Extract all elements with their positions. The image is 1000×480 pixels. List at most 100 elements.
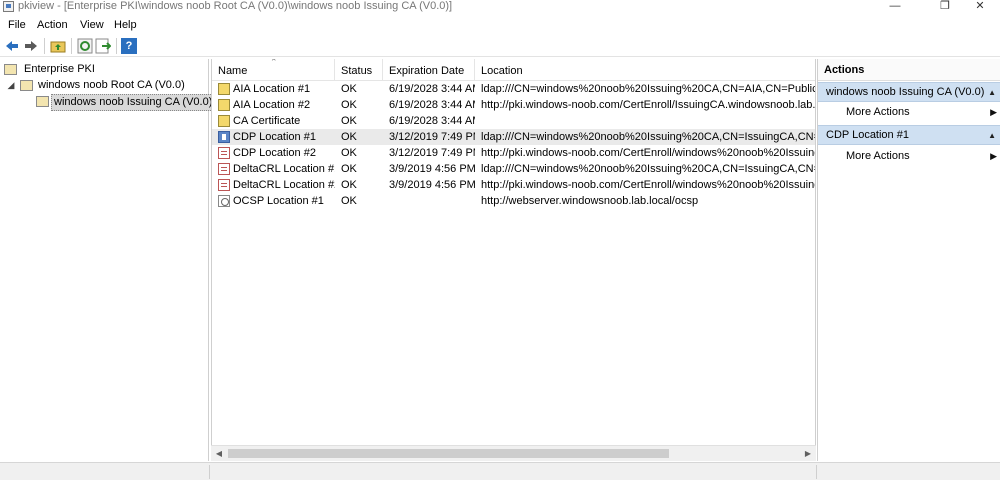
cell-expiration: 6/19/2028 3:44 AM	[389, 83, 475, 95]
more-actions-label: More Actions	[846, 106, 910, 118]
cell-status: OK	[341, 99, 357, 111]
table-row[interactable]: DeltaCRL Location #1 OK 3/9/2019 4:56 PM ld…	[212, 161, 816, 177]
aia-folder-icon	[218, 99, 230, 111]
refresh-icon[interactable]	[77, 38, 93, 54]
results-list: ⌃ Name Status Expiration Date Location A…	[211, 59, 816, 461]
cell-name: DeltaCRL Location #1	[233, 163, 335, 175]
column-header-label: Name	[218, 65, 248, 77]
table-row[interactable]: CDP Location #2 OK 3/12/2019 7:49 PM http:/…	[212, 145, 816, 161]
scroll-left-icon[interactable]: ◀	[211, 446, 227, 462]
table-row[interactable]: AIA Location #2 OK 6/19/2028 3:44 AM http:/…	[212, 97, 816, 113]
more-actions-label: More Actions	[846, 150, 910, 162]
status-divider	[209, 465, 210, 479]
actions-section-issuing-ca[interactable]: windows noob Issuing CA (V0.0) ▲	[818, 82, 1000, 102]
sort-ascending-icon: ⌃	[270, 59, 278, 67]
actions-pane: Actions windows noob Issuing CA (V0.0) ▲…	[817, 59, 1000, 461]
column-header-expiration[interactable]: Expiration Date	[383, 59, 475, 81]
table-row[interactable]: AIA Location #1 OK 6/19/2028 3:44 AM ldap:/…	[212, 81, 816, 97]
toolbar-separator	[44, 38, 45, 54]
crl-icon	[218, 147, 230, 159]
cell-status: OK	[341, 163, 357, 175]
more-actions-cdp-location[interactable]: More Actions ▶	[818, 146, 1000, 166]
pkiview-app-icon	[3, 1, 14, 12]
section-label: CDP Location #1	[826, 129, 909, 141]
scrollbar-thumb[interactable]	[228, 449, 669, 458]
title-bar: pkiview - [Enterprise PKI\windows noob R…	[0, 0, 1000, 15]
menu-bar: File Action View Help	[0, 16, 1000, 34]
cell-name: AIA Location #1	[233, 83, 311, 95]
table-row[interactable]: CDP Location #1 OK 3/12/2019 7:49 PM ldap:/…	[212, 129, 816, 145]
forward-arrow-icon[interactable]	[23, 38, 39, 54]
help-icon[interactable]: ?	[121, 38, 137, 54]
cell-name: OCSP Location #1	[233, 195, 324, 207]
cell-status: OK	[341, 195, 357, 207]
column-header-status[interactable]: Status	[335, 59, 383, 81]
menu-help[interactable]: Help	[114, 18, 137, 33]
restore-button[interactable]: ❐	[925, 0, 965, 15]
ca-folder-icon	[20, 80, 33, 91]
table-row[interactable]: CA Certificate OK 6/19/2028 3:44 AM	[212, 113, 815, 129]
crl-blue-icon	[218, 131, 230, 143]
section-label: windows noob Issuing CA (V0.0)	[826, 86, 985, 98]
ca-folder-icon	[36, 96, 49, 107]
toolbar-separator	[116, 38, 117, 54]
crl-icon	[218, 179, 230, 191]
cell-name: DeltaCRL Location #2	[233, 179, 335, 191]
table-row[interactable]: DeltaCRL Location #2 OK 3/9/2019 4:56 PM ht…	[212, 177, 816, 193]
cell-location: http://pki.windows-noob.com/CertEnroll/w…	[481, 147, 816, 159]
list-header: ⌃ Name Status Expiration Date Location	[212, 59, 815, 81]
toolbar: ?	[0, 35, 1000, 57]
minimize-button[interactable]: —	[875, 0, 915, 15]
horizontal-scrollbar[interactable]: ◀ ▶	[211, 445, 816, 461]
cell-name: CA Certificate	[233, 115, 301, 127]
cell-name: CDP Location #2	[233, 147, 316, 159]
cell-status: OK	[341, 147, 357, 159]
cell-location: ldap:///CN=windows%20noob%20Issuing%20CA…	[481, 131, 816, 143]
cell-location	[481, 113, 815, 129]
submenu-arrow-icon: ▶	[990, 107, 997, 117]
certificate-icon	[218, 115, 230, 127]
cell-status: OK	[341, 131, 357, 143]
window-title: pkiview - [Enterprise PKI\windows noob R…	[18, 0, 453, 12]
cell-status: OK	[341, 83, 357, 95]
menu-view[interactable]: View	[80, 18, 104, 33]
cell-name: CDP Location #1	[233, 131, 316, 143]
cell-expiration: 3/9/2019 4:56 PM	[389, 163, 475, 175]
collapse-triangle-icon[interactable]: ▲	[988, 126, 996, 145]
status-bar	[0, 462, 1000, 480]
column-header-location[interactable]: Location	[475, 59, 815, 81]
actions-title: Actions	[818, 59, 1000, 81]
console-tree: Enterprise PKI ◢ windows noob Root CA (V…	[0, 59, 216, 461]
more-actions-issuing-ca[interactable]: More Actions ▶	[818, 102, 1000, 122]
cell-expiration: 3/12/2019 7:49 PM	[389, 147, 475, 159]
toolbar-separator	[71, 38, 72, 54]
cell-expiration: 6/19/2028 3:44 AM	[389, 99, 475, 111]
menu-file[interactable]: File	[8, 18, 26, 33]
table-row[interactable]: OCSP Location #1 OK http://webserver.windo…	[212, 193, 815, 209]
export-list-icon[interactable]	[95, 38, 111, 54]
cell-expiration: 6/19/2028 3:44 AM	[389, 115, 475, 127]
actions-section-cdp-location[interactable]: CDP Location #1 ▲	[818, 125, 1000, 145]
cell-expiration: 3/9/2019 4:56 PM	[389, 179, 475, 191]
enterprise-pki-icon	[4, 64, 17, 75]
tree-label: windows noob Issuing CA (V0.0)	[51, 94, 216, 111]
tree-label: windows noob Root CA (V0.0)	[38, 79, 185, 91]
ocsp-icon	[218, 195, 230, 207]
submenu-arrow-icon: ▶	[990, 151, 997, 161]
cell-status: OK	[341, 179, 357, 191]
menu-action[interactable]: Action	[37, 18, 68, 33]
cell-location: ldap:///CN=windows%20noob%20Issuing%20CA…	[481, 83, 816, 95]
tree-label: Enterprise PKI	[24, 63, 95, 75]
crl-icon	[218, 163, 230, 175]
cell-location: http://pki.windows-noob.com/CertEnroll/I…	[481, 99, 816, 111]
cell-location: ldap:///CN=windows%20noob%20Issuing%20CA…	[481, 163, 816, 175]
chevron-down-icon[interactable]: ◢	[6, 80, 16, 90]
scroll-right-icon[interactable]: ▶	[800, 446, 816, 462]
collapse-triangle-icon[interactable]: ▲	[988, 83, 996, 102]
column-header-name[interactable]: ⌃ Name	[212, 59, 335, 81]
back-arrow-icon[interactable]	[4, 38, 20, 54]
cell-location: http://pki.windows-noob.com/CertEnroll/w…	[481, 179, 816, 191]
close-button[interactable]: ✕	[960, 0, 1000, 15]
cell-name: AIA Location #2	[233, 99, 311, 111]
up-folder-icon[interactable]	[50, 38, 66, 54]
